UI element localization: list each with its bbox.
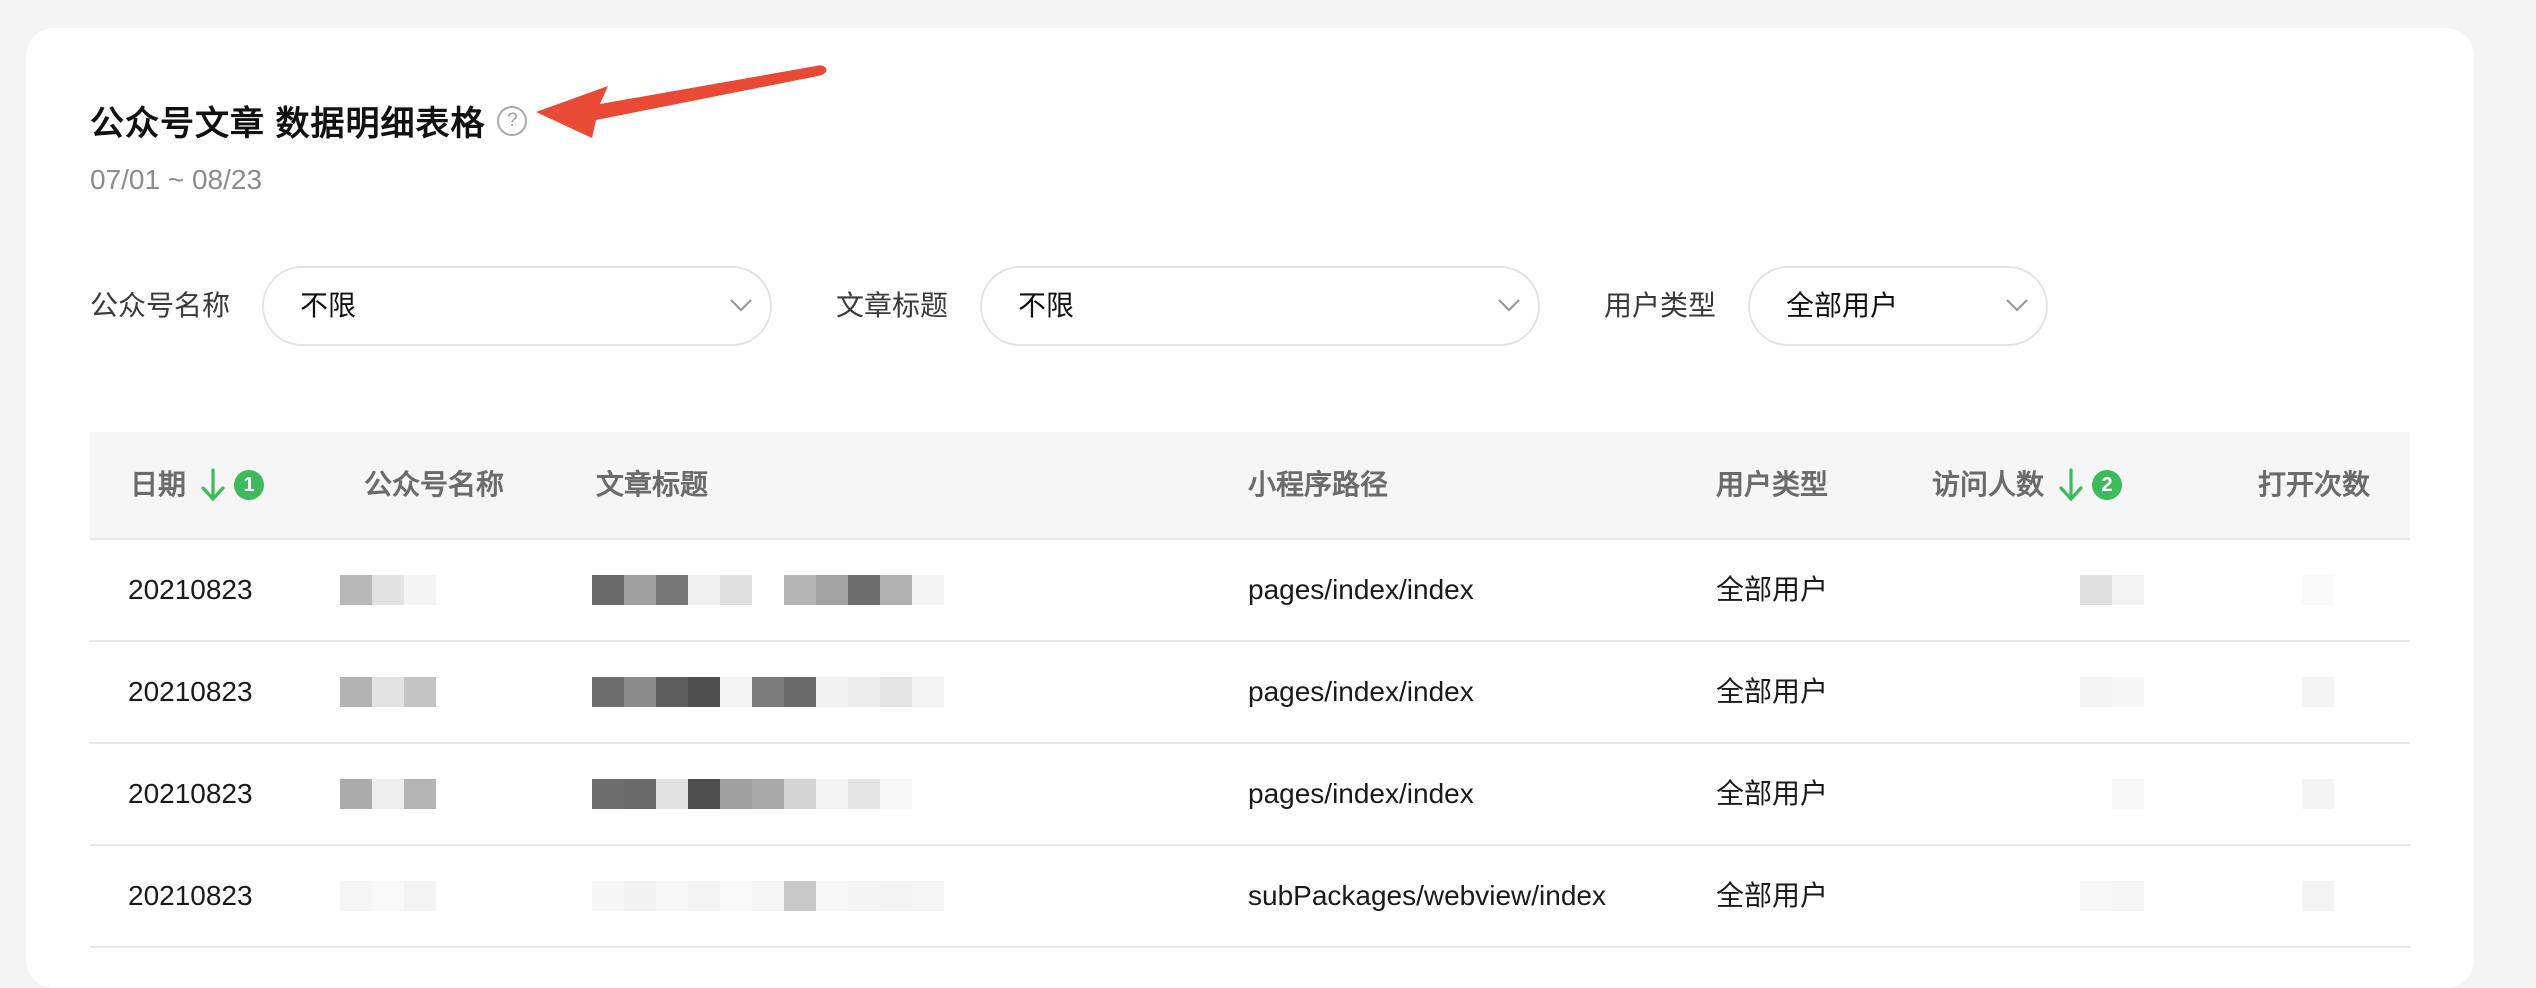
article-select[interactable]: 不限 (980, 266, 1540, 346)
arrow-down-icon[interactable] (200, 468, 226, 502)
cell-path: subPackages/webview/index (1248, 880, 1606, 911)
filter-label-account: 公众号名称 (90, 290, 231, 321)
column-opens[interactable]: 打开次数 (2258, 432, 2370, 538)
article-select-value: 不限 (1018, 290, 1075, 321)
cell-date: 20210823 (128, 778, 253, 809)
cell-user-type: 全部用户 (1716, 574, 1829, 605)
pixelated-visitors (2112, 779, 2144, 809)
filter-label-article: 文章标题 (836, 290, 949, 321)
pixelated-article-title (592, 881, 944, 911)
cell-user-type: 全部用户 (1716, 778, 1829, 809)
cell-user-type: 全部用户 (1716, 880, 1829, 911)
cell-user-type: 全部用户 (1716, 676, 1829, 707)
pixelated-article-title (592, 779, 912, 809)
red-arrow-icon (536, 65, 827, 138)
account-select-value: 不限 (300, 290, 357, 321)
column-visitors-label: 访问人数 (1932, 469, 2045, 500)
pixelated-account-name (340, 779, 436, 809)
chevron-down-icon (1498, 299, 1520, 312)
column-date[interactable]: 日期 1 (130, 432, 265, 538)
chevron-down-icon (730, 299, 752, 312)
table-header: 日期 1 公众号名称 文章标题 小程序路径 用户类型 访问人数 2 打开次数 (90, 432, 2410, 540)
column-path[interactable]: 小程序路径 (1248, 432, 1388, 538)
cell-path: pages/index/index (1248, 574, 1474, 605)
column-account-label: 公众号名称 (364, 469, 505, 500)
pixelated-article-title (592, 575, 944, 605)
pixelated-visitors (2080, 575, 2144, 605)
column-account[interactable]: 公众号名称 (364, 432, 504, 538)
pixelated-visitors (2080, 881, 2144, 911)
user-type-select[interactable]: 全部用户 (1748, 266, 2048, 346)
pixelated-article-title (592, 677, 944, 707)
user-type-select-value: 全部用户 (1786, 290, 1899, 321)
data-table: 日期 1 公众号名称 文章标题 小程序路径 用户类型 访问人数 2 打开次数 2… (90, 432, 2410, 948)
sort-order-badge: 2 (2092, 470, 2123, 500)
column-article-label: 文章标题 (596, 469, 709, 500)
pixelated-account-name (340, 677, 436, 707)
sort-order-badge: 1 (234, 470, 265, 500)
cell-date: 20210823 (128, 574, 253, 605)
pixelated-opens (2302, 575, 2334, 605)
account-select[interactable]: 不限 (262, 266, 772, 346)
page-title: 公众号文章 数据明细表格 (90, 105, 486, 143)
column-visitors[interactable]: 访问人数 2 (1932, 432, 2123, 538)
column-user-type-label: 用户类型 (1716, 469, 1829, 500)
filter-bar: 公众号名称 不限 文章标题 不限 用户类型 全部用户 (90, 266, 2490, 346)
cell-date: 20210823 (128, 880, 253, 911)
pixelated-opens (2302, 677, 2334, 707)
column-date-label: 日期 (130, 469, 187, 500)
table-row[interactable]: 20210823 pages/index/index 全部用户 (90, 744, 2410, 846)
pixelated-opens (2302, 881, 2334, 911)
table-row[interactable]: 20210823 pages/index/index 全部用户 (90, 540, 2410, 642)
table-row[interactable]: 20210823 subPackages/webview/index 全部用户 (90, 846, 2410, 948)
filter-label-user-type: 用户类型 (1604, 290, 1717, 321)
pixelated-account-name (340, 575, 436, 605)
column-user-type[interactable]: 用户类型 (1716, 432, 1828, 538)
date-range: 07/01 ~ 08/23 (90, 164, 263, 195)
column-article[interactable]: 文章标题 (596, 432, 708, 538)
cell-path: pages/index/index (1248, 676, 1474, 707)
column-path-label: 小程序路径 (1248, 469, 1389, 500)
cell-date: 20210823 (128, 676, 253, 707)
arrow-down-icon[interactable] (2058, 468, 2084, 502)
title-row: 公众号文章 数据明细表格 ? (90, 96, 528, 145)
pixelated-opens (2302, 779, 2334, 809)
column-opens-label: 打开次数 (2258, 469, 2371, 500)
table-row[interactable]: 20210823 pages/index/index 全部用户 (90, 642, 2410, 744)
chevron-down-icon (2006, 299, 2028, 312)
cell-path: pages/index/index (1248, 778, 1474, 809)
pixelated-account-name (340, 881, 436, 911)
pixelated-visitors (2080, 677, 2144, 707)
question-circle-icon[interactable]: ? (497, 105, 528, 136)
